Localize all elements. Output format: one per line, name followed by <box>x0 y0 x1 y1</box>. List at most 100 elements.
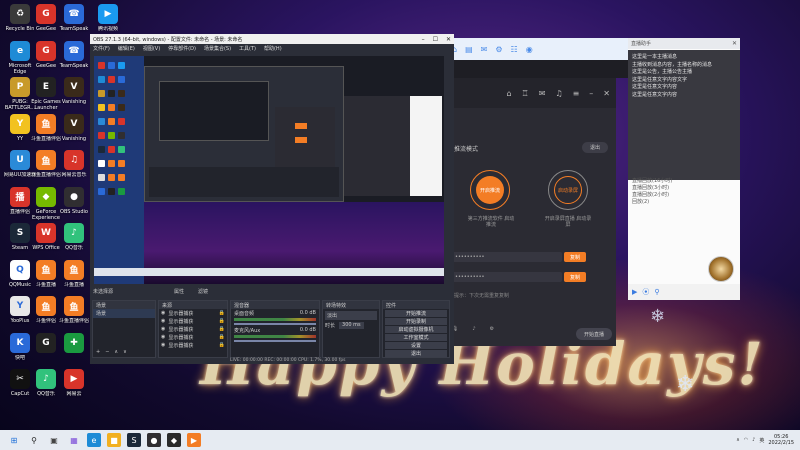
bell-icon[interactable]: ♫ <box>555 89 562 98</box>
ime-indicator[interactable]: 英 <box>759 437 764 444</box>
taskbar-app-icon[interactable]: S <box>127 433 141 447</box>
control-button[interactable]: 设置 <box>385 342 447 349</box>
menu-icon[interactable]: ≡ <box>573 89 580 98</box>
browser-icon[interactable]: ◉ <box>526 45 533 54</box>
list-item[interactable]: 回放(2) <box>632 199 736 206</box>
exit-button[interactable]: 退出 <box>582 142 608 153</box>
list-item[interactable]: 直播回放(16小时) <box>632 178 736 185</box>
source-row[interactable]: ◉ 显示器捕获 🔒 <box>159 333 227 341</box>
desktop-icon[interactable]: ♫ 网易云音乐 <box>56 150 92 184</box>
taskbar-app-icon[interactable]: ▦ <box>67 433 81 447</box>
chevron-up-icon[interactable]: ∧ <box>736 437 740 443</box>
browser-icon[interactable]: ✉ <box>481 45 488 54</box>
taskbar-app-icon[interactable]: ◆ <box>167 433 181 447</box>
desktop-icon[interactable]: V Vanishing <box>56 113 92 148</box>
search-icon[interactable]: ⚲ <box>654 288 659 296</box>
down-icon[interactable]: ∨ <box>123 349 127 355</box>
menu-item[interactable]: 视图(V) <box>143 45 160 52</box>
taskbar-app-icon[interactable]: ⚲ <box>27 433 41 447</box>
source-row[interactable]: ◉ 显示器捕获 🔒 <box>159 317 227 325</box>
desktop-icon[interactable]: ☎ TeamSpeak <box>56 40 92 75</box>
up-icon[interactable]: ∧ <box>114 349 118 355</box>
lock-icon[interactable]: 🔒 <box>219 342 225 348</box>
lock-icon[interactable]: 🔒 <box>219 310 225 316</box>
copy-server-button[interactable]: 复制 <box>564 252 586 262</box>
eye-icon[interactable]: ◉ <box>161 310 165 316</box>
properties-button[interactable]: 属性 <box>174 288 198 297</box>
browser-icon[interactable]: ☷ <box>511 45 518 54</box>
desktop-icon[interactable]: ✚ <box>56 332 92 367</box>
desktop-icon[interactable]: V Vanishing <box>56 77 92 111</box>
shirt-icon[interactable]: ♖ <box>522 89 529 98</box>
server-url-field[interactable]: •••••••••• <box>452 252 562 262</box>
eye-icon[interactable]: ◉ <box>161 318 165 324</box>
lock-icon[interactable]: 🔒 <box>219 318 225 324</box>
source-row[interactable]: ◉ 显示器捕获 🔒 <box>159 341 227 349</box>
desktop-icon[interactable]: 鱼斗鱼直播伴侣 <box>56 296 92 330</box>
desktop-icon[interactable]: ● OBS Studio <box>56 186 92 221</box>
stream-key-field[interactable]: •••••••••• <box>452 272 562 282</box>
taskbar-app-icon[interactable]: ▶ <box>187 433 201 447</box>
desktop-icon[interactable]: ▶ 腾讯视频 <box>90 4 126 38</box>
filters-button[interactable]: 滤镜 <box>198 288 222 297</box>
taskbar-app-icon[interactable]: ■ <box>107 433 121 447</box>
list-item[interactable]: 直播回放(3小时) <box>632 185 736 192</box>
gift-icon[interactable]: ⌂ <box>506 89 511 98</box>
speaker-icon[interactable]: ♪ <box>472 326 475 332</box>
scene-item[interactable]: 场景 <box>93 309 155 318</box>
lock-icon[interactable]: 🔒 <box>219 326 225 332</box>
close-icon[interactable]: ✕ <box>732 40 737 47</box>
maximize-icon[interactable]: ☐ <box>433 36 438 43</box>
desktop-icon[interactable]: 鱼斗鱼直播 <box>56 259 92 294</box>
eye-icon[interactable]: ◉ <box>161 334 165 340</box>
settings-icon[interactable]: ⚙ <box>490 326 494 332</box>
copy-key-button[interactable]: 复制 <box>564 272 586 282</box>
browser-icon[interactable]: ⚙ <box>495 45 502 54</box>
menu-item[interactable]: 工具(T) <box>239 45 256 52</box>
menu-item[interactable]: 文件(F) <box>93 45 110 52</box>
eye-icon[interactable]: ◉ <box>161 326 165 332</box>
taskbar-app-icon[interactable]: ⊞ <box>7 433 21 447</box>
close-icon[interactable]: ✕ <box>603 89 610 98</box>
desktop-icon[interactable]: ▶ 网易云 <box>56 369 92 403</box>
menu-item[interactable]: 停靠部件(D) <box>168 45 196 52</box>
add-icon[interactable]: + <box>96 349 100 355</box>
list-item[interactable]: 直播回放(2小时) <box>632 192 736 199</box>
taskbar-app-icon[interactable]: e <box>87 433 101 447</box>
control-button[interactable]: 开始录制 <box>385 318 447 325</box>
start-live-button[interactable]: 开始直播 <box>576 328 612 340</box>
message-icon[interactable]: ✉ <box>539 89 546 98</box>
source-row[interactable]: ◉ 显示器捕获 🔒 <box>159 325 227 333</box>
clock[interactable]: 05:26 2022/2/15 <box>768 434 794 446</box>
transition-select[interactable]: 淡出 <box>325 311 377 320</box>
start-record-circle[interactable]: 启动录屏 <box>548 170 588 210</box>
close-icon[interactable]: ✕ <box>446 36 451 43</box>
control-button[interactable]: 工作室模式 <box>385 334 447 341</box>
duration-input[interactable]: 300 ms <box>339 322 364 329</box>
browser-icon[interactable]: ▤ <box>465 45 473 54</box>
taskbar-app-icon[interactable]: ● <box>147 433 161 447</box>
volume-slider[interactable] <box>234 340 316 342</box>
desktop-icon[interactable]: ♪ QQ音乐 <box>56 223 92 257</box>
volume-icon[interactable]: ♪ <box>752 437 755 443</box>
eye-icon[interactable]: ◉ <box>161 342 165 348</box>
source-row[interactable]: ◉ 显示器捕获 🔒 <box>159 309 227 317</box>
control-button[interactable]: 启动虚拟摄像机 <box>385 326 447 333</box>
control-button[interactable]: 开始推流 <box>385 310 447 317</box>
desktop-icon[interactable]: ☎ TeamSpeak <box>56 4 92 38</box>
minimize-icon[interactable]: – <box>422 36 425 43</box>
menu-item[interactable]: 帮助(H) <box>264 45 282 52</box>
record-icon[interactable]: ⦿ <box>642 287 649 297</box>
minimize-icon[interactable]: – <box>589 89 593 98</box>
start-stream-circle[interactable]: 开启推流 <box>470 170 510 210</box>
menu-item[interactable]: 场景集合(S) <box>204 45 231 52</box>
menu-item[interactable]: 编辑(E) <box>118 45 135 52</box>
network-icon[interactable]: ◠ <box>744 437 748 443</box>
volume-slider[interactable] <box>234 323 316 325</box>
avatar[interactable] <box>708 256 734 282</box>
remove-icon[interactable]: − <box>105 349 109 355</box>
control-button[interactable]: 退出 <box>385 350 447 357</box>
play-icon[interactable]: ▶ <box>632 288 637 296</box>
lock-icon[interactable]: 🔒 <box>219 334 225 340</box>
obs-preview-canvas[interactable] <box>94 56 444 284</box>
